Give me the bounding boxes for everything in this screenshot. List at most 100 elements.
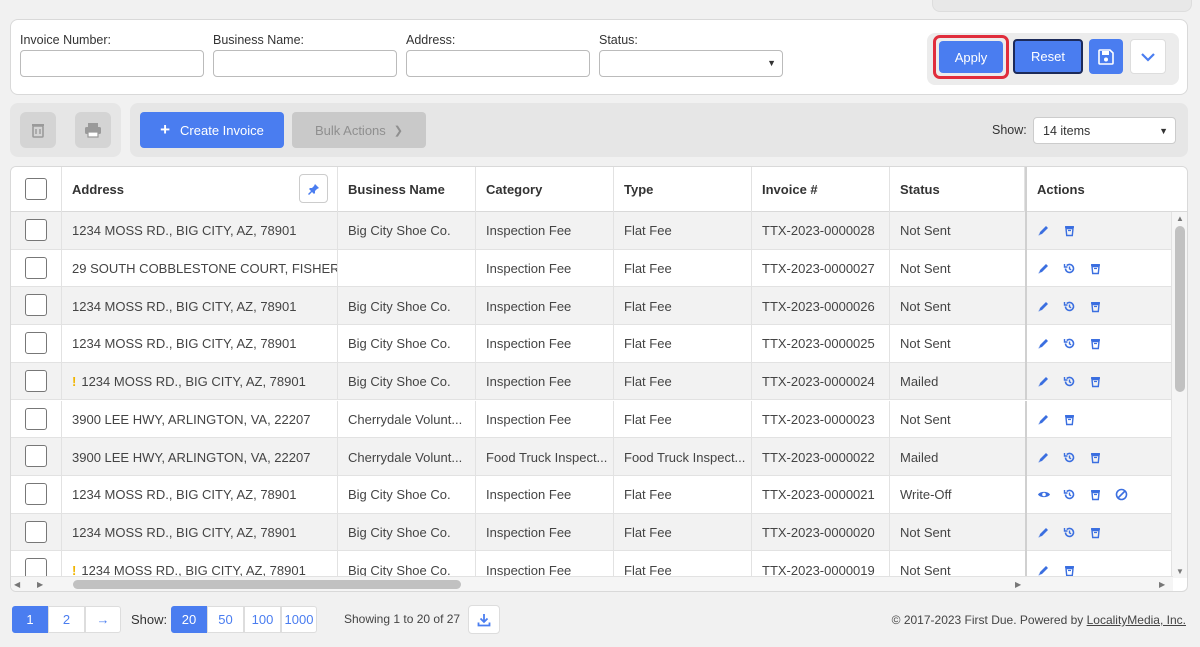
scroll-up-icon[interactable]: ▲ <box>1176 214 1184 223</box>
horizontal-scroll-thumb[interactable] <box>73 580 461 589</box>
vertical-scrollbar[interactable]: ▲ ▼ <box>1171 212 1187 578</box>
items-per-page-select[interactable]: 14 items ▼ <box>1033 117 1176 144</box>
delete-icon[interactable] <box>1089 300 1115 313</box>
vertical-scroll-thumb[interactable] <box>1175 226 1185 392</box>
invoice-number-input[interactable] <box>20 50 204 77</box>
address-text: 1234 MOSS RD., BIG CITY, AZ, 78901 <box>72 298 297 314</box>
view-icon[interactable] <box>1037 488 1063 501</box>
table-row[interactable]: 3900 LEE HWY, ARLINGTON, VA, 22207 Cherry… <box>11 438 1173 476</box>
table-row[interactable]: 29 SOUTH COBBLESTONE COURT, FISHERSV Insp… <box>11 249 1173 288</box>
address-cell: 29 SOUTH COBBLESTONE COURT, FISHERSV <box>62 249 338 288</box>
table-row[interactable]: 1234 MOSS RD., BIG CITY, AZ, 78901 Big Ci… <box>11 212 1173 250</box>
table-row[interactable]: ! 1234 MOSS RD., BIG CITY, AZ, 78901 Big C… <box>11 551 1173 578</box>
type-cell: Flat Fee <box>614 551 752 578</box>
select-all-checkbox[interactable] <box>25 178 47 200</box>
address-input[interactable] <box>406 50 590 77</box>
void-icon[interactable] <box>1115 488 1141 501</box>
scroll-right-icon[interactable]: ▶ <box>1159 580 1165 589</box>
table-row[interactable]: 3900 LEE HWY, ARLINGTON, VA, 22207 Cherry… <box>11 400 1173 439</box>
column-category[interactable]: Category <box>476 167 614 212</box>
row-checkbox[interactable] <box>25 520 47 543</box>
table-header: Address Business Name Category Type Invo… <box>11 167 1187 212</box>
row-checkbox[interactable] <box>25 294 47 317</box>
create-invoice-button[interactable]: + Create Invoice <box>140 112 284 148</box>
edit-icon[interactable] <box>1037 224 1063 237</box>
scroll-right-icon[interactable]: ▶ <box>1015 580 1021 589</box>
row-checkbox[interactable] <box>25 445 47 468</box>
pin-column-button[interactable] <box>299 174 328 203</box>
column-type[interactable]: Type <box>614 167 752 212</box>
scroll-down-icon[interactable]: ▼ <box>1176 567 1184 576</box>
reset-button[interactable]: Reset <box>1013 39 1083 74</box>
delete-icon[interactable] <box>1089 375 1115 388</box>
scroll-right-icon[interactable]: ▶ <box>37 580 43 589</box>
row-actions <box>1025 325 1173 363</box>
column-status[interactable]: Status <box>890 167 1025 212</box>
column-business-name[interactable]: Business Name <box>338 167 476 212</box>
save-filter-button[interactable] <box>1089 39 1123 74</box>
edit-icon[interactable] <box>1037 564 1063 577</box>
print-button[interactable] <box>75 112 111 148</box>
table-body: 1234 MOSS RD., BIG CITY, AZ, 78901 Big Ci… <box>11 212 1173 578</box>
edit-icon[interactable] <box>1037 413 1063 426</box>
edit-icon[interactable] <box>1037 526 1063 539</box>
horizontal-scrollbar[interactable]: ◀ ▶ ▶ ▶ <box>11 576 1173 591</box>
row-checkbox[interactable] <box>25 219 47 241</box>
next-page-button[interactable]: → <box>85 606 121 633</box>
page-1-button[interactable]: 1 <box>12 606 48 633</box>
edit-icon[interactable] <box>1037 337 1063 350</box>
bulk-actions-button[interactable]: Bulk Actions ❯ <box>292 112 426 148</box>
row-checkbox[interactable] <box>25 332 47 355</box>
delete-icon[interactable] <box>1089 451 1115 464</box>
row-checkbox[interactable] <box>25 256 47 279</box>
category-cell: Inspection Fee <box>476 362 614 401</box>
page-size-50[interactable]: 50 <box>207 606 244 633</box>
history-icon[interactable] <box>1063 337 1089 350</box>
delete-icon[interactable] <box>1063 413 1089 426</box>
delete-selected-button[interactable] <box>20 112 56 148</box>
row-checkbox[interactable] <box>25 482 47 505</box>
table-row[interactable]: 1234 MOSS RD., BIG CITY, AZ, 78901 Big Ci… <box>11 325 1173 363</box>
table-row[interactable]: 1234 MOSS RD., BIG CITY, AZ, 78901 Big Ci… <box>11 287 1173 326</box>
delete-icon[interactable] <box>1089 337 1115 350</box>
edit-icon[interactable] <box>1037 451 1063 464</box>
delete-icon[interactable] <box>1089 262 1115 275</box>
row-checkbox[interactable] <box>25 407 47 430</box>
page-size-20[interactable]: 20 <box>171 606 207 633</box>
scroll-left-icon[interactable]: ◀ <box>14 580 20 589</box>
row-actions <box>1025 475 1173 514</box>
delete-icon[interactable] <box>1063 224 1089 237</box>
history-icon[interactable] <box>1063 375 1089 388</box>
business-name-cell: Big City Shoe Co. <box>338 287 476 326</box>
page-2-button[interactable]: 2 <box>48 606 85 633</box>
history-icon[interactable] <box>1063 488 1089 501</box>
row-checkbox[interactable] <box>25 369 47 392</box>
history-icon[interactable] <box>1063 451 1089 464</box>
delete-icon[interactable] <box>1089 488 1115 501</box>
delete-icon[interactable] <box>1089 526 1115 539</box>
status-cell: Not Sent <box>900 411 951 427</box>
edit-icon[interactable] <box>1037 300 1063 313</box>
expand-filters-button[interactable] <box>1130 39 1166 74</box>
category-cell: Inspection Fee <box>476 513 614 552</box>
column-invoice-number[interactable]: Invoice # <box>752 167 890 212</box>
page-size-1000[interactable]: 1000 <box>281 606 317 633</box>
table-row[interactable]: 1234 MOSS RD., BIG CITY, AZ, 78901 Big Ci… <box>11 513 1173 552</box>
column-address[interactable]: Address <box>62 167 338 212</box>
edit-icon[interactable] <box>1037 375 1063 388</box>
row-actions <box>1025 212 1173 250</box>
delete-icon[interactable] <box>1063 564 1089 577</box>
edit-icon[interactable] <box>1037 262 1063 275</box>
page-size-100[interactable]: 100 <box>244 606 281 633</box>
table-row[interactable]: ! 1234 MOSS RD., BIG CITY, AZ, 78901 Big C… <box>11 362 1173 401</box>
history-icon[interactable] <box>1063 262 1089 275</box>
apply-button[interactable]: Apply <box>939 41 1003 73</box>
table-row[interactable]: 1234 MOSS RD., BIG CITY, AZ, 78901 Big Ci… <box>11 475 1173 514</box>
row-select-cell <box>11 438 62 476</box>
history-icon[interactable] <box>1063 526 1089 539</box>
business-name-input[interactable] <box>213 50 397 77</box>
download-button[interactable] <box>468 605 500 634</box>
powered-by-link[interactable]: LocalityMedia, Inc. <box>1087 613 1186 627</box>
status-select[interactable]: ▼ <box>599 50 783 77</box>
history-icon[interactable] <box>1063 300 1089 313</box>
